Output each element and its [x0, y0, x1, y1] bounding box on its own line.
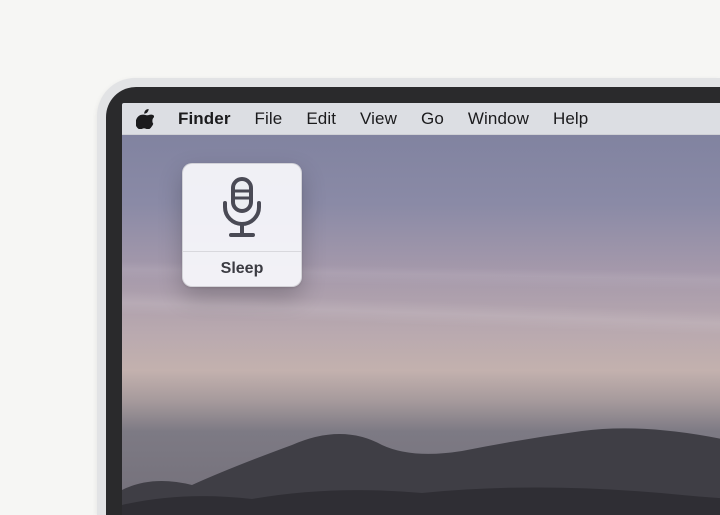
menu-file[interactable]: File: [255, 109, 283, 129]
desktop-wallpaper: Sleep: [122, 135, 720, 515]
menu-go[interactable]: Go: [421, 109, 444, 129]
voice-control-panel[interactable]: Sleep: [182, 163, 302, 287]
apple-menu-icon[interactable]: [136, 109, 154, 129]
menu-help[interactable]: Help: [553, 109, 588, 129]
menubar: Finder File Edit View Go Window Help: [122, 103, 720, 135]
menu-app-name[interactable]: Finder: [178, 109, 231, 129]
screen: Finder File Edit View Go Window Help: [122, 103, 720, 515]
menu-edit[interactable]: Edit: [306, 109, 336, 129]
laptop-bezel: Finder File Edit View Go Window Help: [106, 87, 720, 515]
laptop-frame: Finder File Edit View Go Window Help: [97, 78, 720, 515]
menu-view[interactable]: View: [360, 109, 397, 129]
microphone-icon: [219, 177, 265, 239]
menu-window[interactable]: Window: [468, 109, 529, 129]
mountains-silhouette: [122, 375, 720, 515]
voice-control-icon-area: [183, 164, 301, 252]
voice-control-status: Sleep: [183, 252, 301, 286]
